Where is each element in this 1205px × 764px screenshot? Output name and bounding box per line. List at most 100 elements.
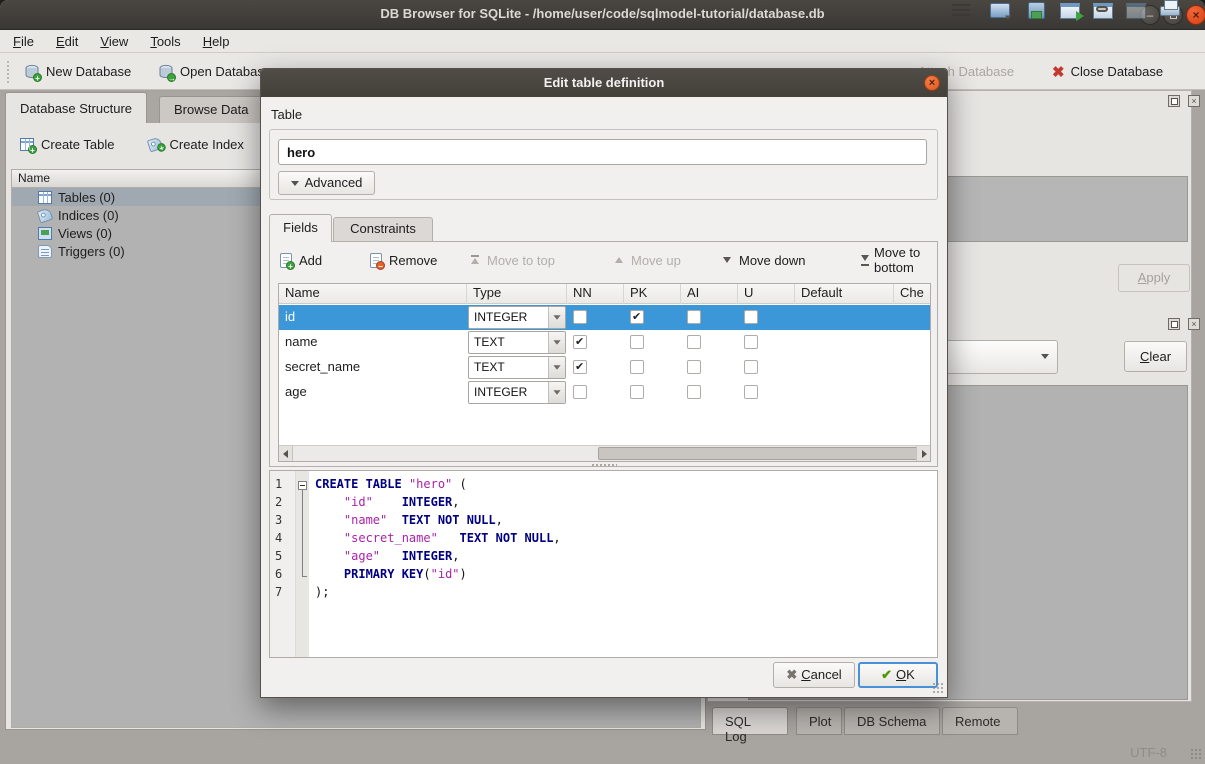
move-down-button[interactable]: Move down: [722, 249, 805, 271]
toolbar-drag-handle[interactable]: [6, 60, 11, 83]
type-combobox[interactable]: TEXT: [468, 331, 566, 354]
ai-checkbox[interactable]: [687, 335, 701, 349]
advanced-button[interactable]: Advanced: [278, 171, 375, 195]
scroll-right-arrow[interactable]: [916, 446, 930, 461]
combo-arrow-button[interactable]: [548, 307, 565, 328]
remove-field-button[interactable]: − Remove: [370, 249, 437, 271]
type-value: INTEGER: [474, 385, 527, 399]
dialog-size-grip[interactable]: [932, 682, 944, 694]
tab-fields[interactable]: Fields: [269, 214, 332, 242]
ok-button[interactable]: ✔OK: [858, 662, 938, 688]
column-header-name[interactable]: Name: [279, 284, 467, 304]
new-database-button[interactable]: + New Database: [24, 59, 131, 84]
window-size-grip[interactable]: [1190, 748, 1202, 760]
sql-log-icon[interactable]: [952, 0, 970, 18]
combo-arrow-button[interactable]: [548, 382, 565, 403]
chevron-down-icon: [553, 315, 560, 320]
u-checkbox[interactable]: [744, 335, 758, 349]
main-window: DB Browser for SQLite - /home/user/code/…: [0, 0, 1205, 764]
ai-checkbox[interactable]: [687, 310, 701, 324]
tree-item-label: Views (0): [58, 226, 112, 241]
menu-help[interactable]: Help: [192, 32, 241, 51]
menu-view[interactable]: View: [89, 32, 139, 51]
move-down-icon: [722, 255, 732, 265]
add-field-button[interactable]: + Add: [280, 249, 322, 271]
encoding-indicator[interactable]: UTF-8: [1130, 745, 1167, 760]
u-checkbox[interactable]: [744, 360, 758, 374]
cancel-button[interactable]: ✖Cancel: [773, 662, 855, 688]
tab-remote[interactable]: Remote: [942, 707, 1018, 735]
save-sql-file-icon[interactable]: [1028, 0, 1045, 19]
pk-checkbox[interactable]: [630, 335, 644, 349]
type-combobox[interactable]: INTEGER: [468, 306, 566, 329]
column-header-pk[interactable]: PK: [624, 284, 681, 304]
column-header-default[interactable]: Default: [795, 284, 894, 304]
tab-sql-log[interactable]: SQL Log: [712, 707, 788, 735]
field-row-name[interactable]: name TEXT: [279, 330, 930, 355]
field-name[interactable]: secret_name: [285, 359, 360, 374]
column-header-u[interactable]: U: [738, 284, 795, 304]
field-row-secret-name[interactable]: secret_name TEXT: [279, 355, 930, 380]
nn-checkbox[interactable]: [573, 310, 587, 324]
field-row-age[interactable]: age INTEGER: [279, 380, 930, 405]
field-name[interactable]: age: [285, 384, 307, 399]
sql-line: "secret_name" TEXT NOT NULL,: [315, 531, 937, 549]
sql-line: );: [315, 585, 937, 603]
ai-checkbox[interactable]: [687, 385, 701, 399]
ai-checkbox[interactable]: [687, 360, 701, 374]
combo-arrow-button[interactable]: [548, 357, 565, 378]
dock-close-icon[interactable]: ×: [1188, 318, 1200, 330]
tab-db-schema[interactable]: DB Schema: [844, 707, 940, 735]
u-checkbox[interactable]: [744, 385, 758, 399]
table-name-input[interactable]: [278, 139, 927, 165]
menu-edit[interactable]: Edit: [45, 32, 89, 51]
grid-horizontal-scrollbar[interactable]: [279, 445, 930, 461]
create-table-button[interactable]: + Create Table: [20, 137, 114, 152]
pk-checkbox[interactable]: [630, 360, 644, 374]
close-button[interactable]: ×: [1186, 5, 1205, 25]
execute-sql-icon[interactable]: [1060, 0, 1080, 19]
dock-close-icon[interactable]: ×: [1188, 95, 1200, 107]
type-combobox[interactable]: TEXT: [468, 356, 566, 379]
dock-float-icon[interactable]: [1168, 318, 1180, 330]
line-number: 7: [270, 585, 295, 603]
open-sql-file-icon[interactable]: [990, 0, 1010, 18]
nn-checkbox[interactable]: [573, 335, 587, 349]
field-row-id[interactable]: id INTEGER: [279, 305, 930, 330]
print-icon[interactable]: [1160, 0, 1180, 16]
nn-checkbox[interactable]: [573, 360, 587, 374]
splitter-handle[interactable]: [591, 463, 617, 467]
pk-checkbox[interactable]: [630, 310, 644, 324]
dialog-close-button[interactable]: ×: [924, 75, 940, 91]
column-header-nn[interactable]: NN: [567, 284, 624, 304]
tab-database-structure[interactable]: Database Structure: [5, 92, 147, 123]
scrollbar-thumb[interactable]: [598, 447, 918, 460]
combo-arrow-button[interactable]: [548, 332, 565, 353]
clear-button[interactable]: Clear: [1124, 341, 1187, 372]
nn-checkbox[interactable]: [573, 385, 587, 399]
field-name[interactable]: name: [285, 334, 318, 349]
create-index-button[interactable]: + Create Index: [148, 137, 243, 152]
field-name[interactable]: id: [285, 309, 295, 324]
chevron-down-icon: [1041, 354, 1049, 359]
status-bar: UTF-8: [0, 740, 1205, 764]
type-combobox[interactable]: INTEGER: [468, 381, 566, 404]
scroll-left-arrow[interactable]: [279, 446, 293, 461]
close-database-button[interactable]: ✖ Close Database: [1052, 59, 1163, 84]
move-to-bottom-button[interactable]: Move to bottom: [860, 249, 937, 271]
open-database-button[interactable]: → Open Database: [158, 59, 271, 84]
tab-plot[interactable]: Plot: [796, 707, 842, 735]
column-header-ai[interactable]: AI: [681, 284, 738, 304]
menu-file[interactable]: File: [2, 32, 45, 51]
pk-checkbox[interactable]: [630, 385, 644, 399]
fold-collapse-icon[interactable]: [298, 481, 307, 490]
menu-tools[interactable]: Tools: [139, 32, 191, 51]
link-icon[interactable]: [1093, 0, 1113, 19]
column-header-type[interactable]: Type: [467, 284, 567, 304]
sql-preview-editor[interactable]: 1 2 3 4 5 6 7 CREATE TABLE "hero" ( "id"…: [269, 470, 938, 658]
dock-float-icon[interactable]: [1168, 95, 1180, 107]
tab-browse-data[interactable]: Browse Data: [159, 96, 263, 123]
u-checkbox[interactable]: [744, 310, 758, 324]
tab-constraints[interactable]: Constraints: [333, 217, 433, 242]
column-header-check[interactable]: Che: [894, 284, 930, 304]
